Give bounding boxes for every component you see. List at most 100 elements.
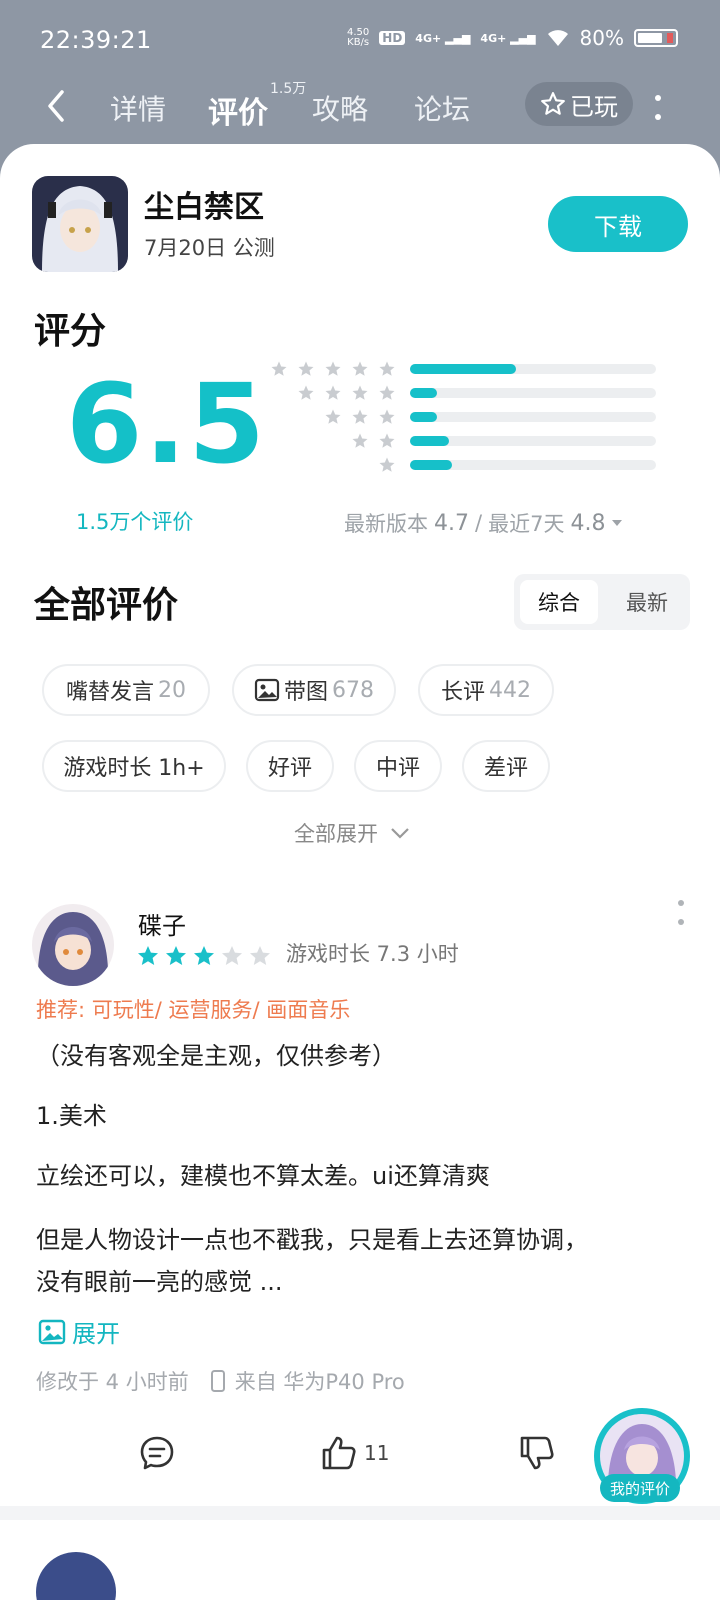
sort-comprehensive[interactable]: 综合 <box>520 580 598 624</box>
star-icon <box>298 361 314 376</box>
avatar-image-icon <box>32 904 114 986</box>
download-button[interactable]: 下载 <box>548 196 688 252</box>
star-icon <box>379 409 395 424</box>
played-label: 已玩 <box>570 92 618 121</box>
distribution-bar-fill <box>410 436 450 446</box>
star-icon <box>250 946 270 965</box>
expand-all-label: 全部展开 <box>294 822 378 846</box>
tab-guides[interactable]: 攻略 <box>312 88 368 128</box>
star-icon <box>379 433 395 448</box>
like-button[interactable]: 11 <box>320 1434 389 1472</box>
tab-details[interactable]: 详情 <box>110 88 166 128</box>
filter-chip-negative[interactable]: 差评 <box>462 740 550 792</box>
network-speed-unit: KB/s <box>347 37 370 48</box>
filter-chip-neutral[interactable]: 中评 <box>354 740 442 792</box>
status-bar: 22:39:21 4.50 KB/s HD 4G+ ▂▄▆ 4G+ ▂▄▆ 80… <box>0 0 720 80</box>
star-icon <box>325 385 341 400</box>
star-icon <box>222 946 242 965</box>
back-icon[interactable] <box>40 86 80 126</box>
network-speed: 4.50 KB/s <box>347 28 369 48</box>
section-divider <box>0 1506 720 1520</box>
review-modified: 修改于 4 小时前 <box>36 1370 189 1394</box>
filter-chip-quote[interactable]: 嘴替发言 20 <box>42 664 210 716</box>
star-icon <box>166 946 186 965</box>
expand-all-button[interactable]: 全部展开 <box>294 818 410 848</box>
caret-down-icon <box>612 520 623 526</box>
star-outline-icon <box>541 92 565 115</box>
thumbs-up-icon <box>322 1436 356 1470</box>
star-icon <box>325 409 341 424</box>
version-ratings[interactable]: 最新版本 4.7 / 最近7天 4.8 <box>344 508 623 538</box>
review-body-line: 没有眼前一亮的感觉 ... <box>36 1268 283 1296</box>
my-review-label[interactable]: 我的评价 <box>600 1474 681 1502</box>
review-more-icon[interactable] <box>676 898 686 928</box>
distribution-stars <box>264 384 396 402</box>
star-icon <box>194 946 214 965</box>
review-author[interactable]: 碟子 <box>138 906 186 941</box>
filter-chip-long[interactable]: 长评 442 <box>418 664 554 716</box>
expand-label: 展开 <box>72 1320 120 1348</box>
distribution-stars <box>264 432 396 450</box>
review-playtime: 游戏时长 7.3 小时 <box>286 942 459 966</box>
star-icon <box>271 361 287 376</box>
sort-toggle: 综合 最新 <box>514 574 690 630</box>
distribution-bar-fill <box>410 364 516 374</box>
tab-reviews-badge: 1.5万 <box>270 81 307 97</box>
star-icon <box>352 433 368 448</box>
phone-icon <box>210 1370 225 1392</box>
filter-chip-images[interactable]: 带图 678 <box>232 664 396 716</box>
review-body-line: 1.美术 <box>36 1102 107 1130</box>
separator: / <box>475 511 483 535</box>
review-body-line: 但是人物设计一点也不戳我，只是看上去还算协调， <box>36 1226 588 1254</box>
review-body-line: （没有客观全是主观，仅供参考） <box>36 1042 396 1070</box>
chip-label: 嘴替发言 <box>65 680 154 705</box>
distribution-bar <box>410 412 656 422</box>
game-release-info: 7月20日 公测 <box>144 236 275 260</box>
star-icon <box>138 946 158 965</box>
dislike-button[interactable] <box>518 1434 556 1472</box>
hd-icon: HD <box>379 31 406 45</box>
avatar[interactable] <box>32 904 114 986</box>
distribution-bar <box>410 460 656 470</box>
chevron-down-icon <box>391 828 409 839</box>
more-icon[interactable] <box>650 92 666 124</box>
review-count: 1.5万个评价 <box>76 510 194 534</box>
star-icon <box>325 361 341 376</box>
played-button[interactable]: 已玩 <box>525 82 633 126</box>
filter-chip-playtime[interactable]: 游戏时长 1h+ <box>42 740 226 792</box>
tab-reviews[interactable]: 评价 <box>208 88 268 132</box>
battery-percent: 80% <box>579 26 624 50</box>
distribution-bar-fill <box>410 460 452 470</box>
latest-version-label: 最新版本 <box>344 512 428 536</box>
sim1-label: 4G+ <box>415 31 442 45</box>
star-icon <box>352 409 368 424</box>
distribution-bar <box>410 388 656 398</box>
game-art-icon <box>32 176 128 272</box>
all-reviews-heading: 全部评价 <box>34 585 179 626</box>
review-recommend: 推荐: 可玩性/ 运营服务/ 画面音乐 <box>36 998 351 1022</box>
wifi-icon <box>547 30 568 46</box>
sort-latest[interactable]: 最新 <box>608 580 686 624</box>
recent-label: 最近7天 <box>488 512 565 536</box>
distribution-bar-fill <box>410 388 438 398</box>
chip-count: 678 <box>332 677 374 703</box>
top-nav: 详情 评价 1.5万 攻略 论坛 已玩 <box>0 76 720 142</box>
chip-label: 长评 <box>440 680 485 705</box>
tab-forum[interactable]: 论坛 <box>414 88 470 128</box>
distribution-bar-fill <box>410 412 438 422</box>
signal-icon-sim2: 4G+ ▂▄▆ <box>480 31 536 45</box>
comment-button[interactable] <box>138 1434 176 1472</box>
review-expand-button[interactable]: 展开 <box>38 1314 120 1349</box>
rating-score: 6.5 <box>66 360 267 488</box>
image-icon <box>254 678 280 702</box>
filter-chip-positive[interactable]: 好评 <box>246 740 334 792</box>
avatar[interactable] <box>36 1552 116 1600</box>
star-icon <box>379 385 395 400</box>
chip-label: 带图 <box>283 680 328 705</box>
battery-icon <box>634 29 678 47</box>
star-icon <box>352 361 368 376</box>
like-count: 11 <box>364 1441 390 1465</box>
star-icon <box>379 457 395 472</box>
game-icon[interactable] <box>32 176 128 272</box>
distribution-bar <box>410 364 656 374</box>
